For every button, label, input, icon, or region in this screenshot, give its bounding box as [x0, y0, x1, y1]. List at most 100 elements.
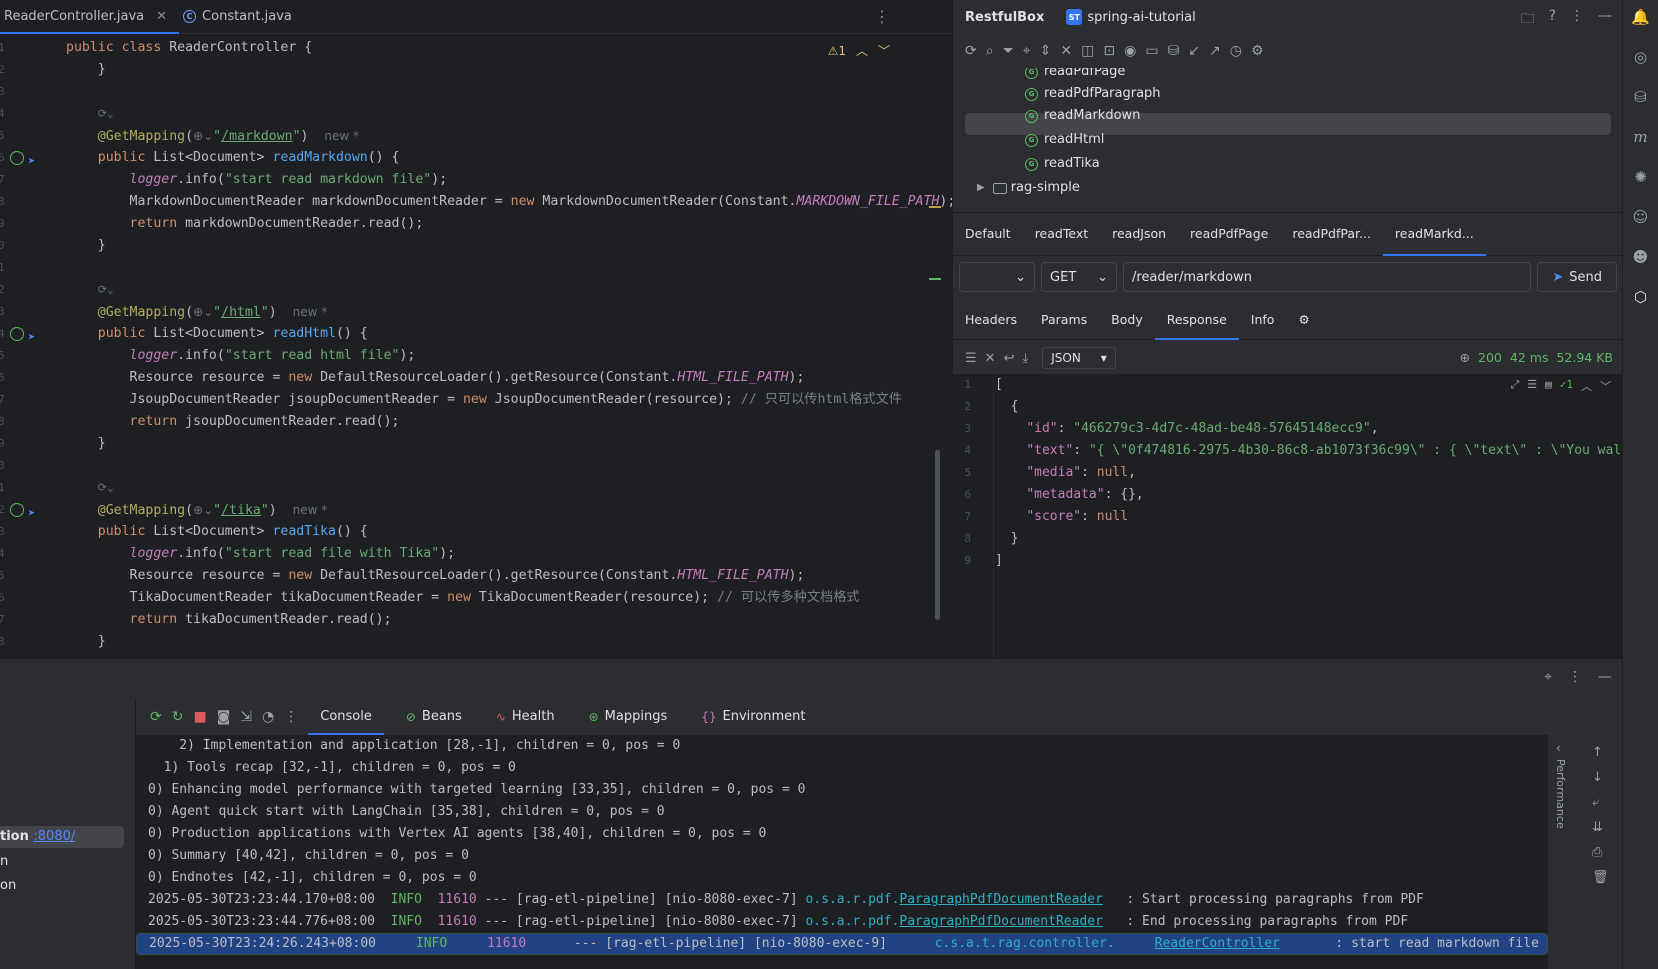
tab-environment[interactable]: {} Environment — [689, 699, 817, 735]
console-line[interactable]: 2) Implementation and application [28,-1… — [136, 735, 1548, 757]
notifications-icon[interactable]: 🔔 — [1631, 8, 1650, 26]
more-options-icon[interactable]: ⋮ — [284, 709, 298, 725]
tab-mappings[interactable]: ⊛ Mappings — [577, 699, 680, 735]
code-area[interactable]: 1 public class ReaderController {2 } 3 4 ⟳⌄… — [0, 37, 952, 657]
restart-icon[interactable]: ↻ — [172, 709, 184, 725]
code-line[interactable]: 5 @GetMapping(⊕⌄"/markdown") new * — [0, 125, 952, 147]
refresh-icon[interactable]: ⟳ — [965, 43, 977, 59]
search-icon[interactable]: ⌕ — [986, 43, 994, 59]
code-line[interactable]: 3 — [0, 81, 952, 103]
tab-body[interactable]: Body — [1099, 300, 1155, 340]
code-line[interactable]: 8 } — [0, 631, 952, 653]
tree-item-readpdfparagraph[interactable]: GreadPdfParagraph — [1025, 82, 1161, 106]
console-output[interactable]: 2) Implementation and application [28,-1… — [136, 735, 1548, 969]
json-line[interactable]: 7 "score": null — [953, 506, 1623, 528]
request-tab-readpdfpage[interactable]: readPdfPage — [1178, 212, 1280, 256]
request-tab-readjson[interactable]: readJson — [1100, 212, 1178, 256]
screen-icon[interactable]: ▭ — [1145, 43, 1158, 59]
json-line[interactable]: 8 } — [953, 528, 1623, 550]
send-button[interactable]: ➤ Send — [1537, 262, 1617, 292]
json-line[interactable]: 2 { — [953, 396, 1623, 418]
code-editor[interactable]: ReaderController.java ✕ C Constant.java … — [0, 0, 952, 658]
endpoint-gutter-icon[interactable] — [10, 327, 24, 341]
json-line[interactable]: 9] — [953, 550, 1623, 572]
tab-info[interactable]: Info — [1239, 300, 1287, 340]
tree-item-rag-simple[interactable]: ▶ rag-simple — [977, 176, 1080, 200]
editor-tab-constant[interactable]: C Constant.java — [179, 0, 304, 34]
help-icon[interactable]: ? — [1549, 8, 1556, 32]
import-icon[interactable]: ↙ — [1188, 43, 1200, 59]
more-options-icon[interactable]: ⋮ — [874, 7, 890, 26]
code-line[interactable]: 4 ⟳⌄ — [0, 103, 952, 125]
code-line[interactable]: 6 ➤ public List<Document> readMarkdown() … — [0, 147, 952, 169]
code-line[interactable]: 5 Resource resource = new DefaultResourc… — [0, 565, 952, 587]
console-log-line[interactable]: 2025-05-30T23:24:26.243+08:00 INFO 11610… — [136, 933, 1548, 955]
code-line[interactable]: 7 return tikaDocumentReader.read(); — [0, 609, 952, 631]
profiler-icon[interactable]: ◔ — [262, 709, 274, 725]
json-line[interactable]: 4 "text": "{ \"0f474816-2975-4b30-86c8-a… — [953, 440, 1623, 462]
folder-icon[interactable]: 🗀 — [1521, 8, 1535, 32]
split-view-icon[interactable]: ◫ — [1081, 43, 1094, 59]
assistant-icon[interactable]: ☺ — [1633, 208, 1649, 226]
tree-item-readtika[interactable]: GreadTika — [1025, 152, 1100, 176]
code-line[interactable]: 1 ⟳⌄ — [0, 477, 952, 499]
json-line[interactable]: 1[ — [953, 374, 1623, 396]
dump-icon[interactable]: ⇲ — [240, 709, 252, 725]
minimize-icon[interactable]: — — [1598, 669, 1612, 685]
project-selector[interactable]: ST spring-ai-tutorial — [1066, 9, 1196, 25]
expand-all-icon[interactable]: ⇕ — [1040, 43, 1052, 59]
more-options-icon[interactable]: ⋮ — [1570, 8, 1584, 32]
chevron-right-icon[interactable]: ▶ — [977, 176, 985, 200]
tree-item-readhtml[interactable]: GreadHtml — [1025, 128, 1104, 152]
settings-icon[interactable]: ⚙ — [1251, 43, 1264, 59]
code-line[interactable]: 0 — [0, 455, 952, 477]
code-line[interactable]: 8 MarkdownDocumentReader markdownDocumen… — [0, 191, 952, 213]
code-line[interactable]: 1 public class ReaderController { — [0, 37, 952, 59]
console-line[interactable]: 0) Production applications with Vertex A… — [136, 823, 1548, 845]
history-icon[interactable]: ◷ — [1230, 43, 1242, 59]
collapse-left-icon[interactable]: ‹ — [1556, 741, 1561, 755]
tag-icon[interactable]: ⌖ — [1023, 43, 1031, 59]
code-line[interactable]: 1 — [0, 257, 952, 279]
tree-item-readmarkdown[interactable]: GreadMarkdown — [1025, 104, 1140, 128]
rerun-icon[interactable]: ⟳ — [150, 709, 162, 725]
code-line[interactable]: 9 return markdownDocumentReader.read(); — [0, 213, 952, 235]
wrap-icon[interactable]: ↩ — [1004, 351, 1015, 366]
service-port-link[interactable]: :8080/ — [33, 829, 75, 844]
scroll-to-end-icon[interactable]: ⇊ — [1592, 820, 1609, 835]
code-line[interactable]: 2 ➤ @GetMapping(⊕⌄"/tika") new * — [0, 499, 952, 521]
code-line[interactable]: 7 JsoupDocumentReader jsoupDocumentReade… — [0, 389, 952, 411]
database-icon[interactable]: ⛁ — [1634, 88, 1647, 106]
url-input[interactable] — [1123, 262, 1532, 292]
close-icon[interactable]: ✕ — [156, 9, 167, 24]
console-line[interactable]: 0) Enhancing model performance with targ… — [136, 779, 1548, 801]
console-log-line[interactable]: 2025-05-30T23:23:44.776+08:00 INFO 11610… — [136, 911, 1548, 933]
code-line[interactable]: 4 logger.info("start read file with Tika… — [0, 543, 952, 565]
arrow-down-icon[interactable]: ↓ — [1592, 770, 1609, 785]
restfulbox-icon[interactable]: ⬡ — [1634, 288, 1647, 306]
export-icon[interactable]: ↗ — [1209, 43, 1221, 59]
code-line[interactable]: 8 return jsoupDocumentReader.read(); — [0, 411, 952, 433]
code-line[interactable]: 9 } — [0, 433, 952, 455]
code-line[interactable]: 9} — [0, 653, 952, 657]
tab-health[interactable]: ∿ Health — [484, 699, 567, 735]
request-tab-default[interactable]: Default — [965, 212, 1023, 256]
code-line[interactable]: 3 public List<Document> readTika() { — [0, 521, 952, 543]
settings-icon[interactable]: ⚙ — [1286, 300, 1321, 340]
request-tab-readpdfparagraph[interactable]: readPdfPar... — [1280, 212, 1383, 256]
endpoint-gutter-icon[interactable] — [10, 151, 24, 165]
json-line[interactable]: 3 "id": "466279c3-4d7c-48ad-be48-5764514… — [953, 418, 1623, 440]
camera-icon[interactable]: ◙ — [217, 709, 231, 725]
editor-tab-readercontroller[interactable]: ReaderController.java ✕ — [0, 0, 180, 34]
console-line[interactable]: 1) Tools recap [32,-1], children = 0, po… — [136, 757, 1548, 779]
console-log-line[interactable]: 2025-05-30T23:23:44.170+08:00 INFO 11610… — [136, 889, 1548, 911]
crosshair-icon[interactable]: ⌖ — [1544, 669, 1552, 685]
format-icon[interactable]: ☰ — [965, 351, 977, 366]
format-select[interactable]: JSON ▾ — [1042, 347, 1116, 369]
ai-chat-icon[interactable]: ◎ — [1634, 48, 1647, 66]
database-icon[interactable]: ⛁ — [1168, 43, 1180, 59]
json-line[interactable]: 6 "metadata": {}, — [953, 484, 1623, 506]
request-tab-readmarkdown[interactable]: readMarkd... — [1382, 212, 1486, 256]
tab-params[interactable]: Params — [1029, 300, 1099, 340]
tab-response[interactable]: Response — [1154, 300, 1239, 340]
